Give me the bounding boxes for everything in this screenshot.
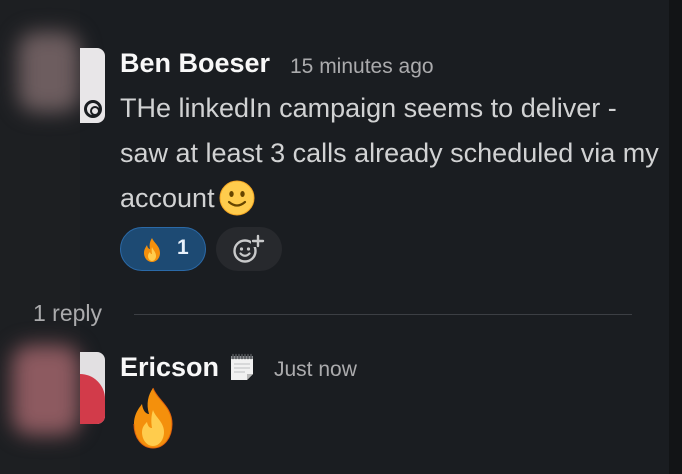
- spiral-notepad-icon[interactable]: [228, 352, 258, 382]
- avatar[interactable]: [80, 352, 105, 424]
- avatar[interactable]: [80, 48, 105, 123]
- message-text: THe linkedIn campaign seems to deliver -…: [120, 86, 660, 221]
- blurred-sidebar: [0, 0, 80, 474]
- fire-icon: [133, 387, 173, 449]
- message-author[interactable]: Ben Boeser: [120, 48, 270, 79]
- blurred-avatar: [18, 32, 80, 112]
- avatar-ring-icon: [84, 100, 102, 118]
- add-reaction-button[interactable]: [216, 227, 282, 271]
- message-timestamp[interactable]: Just now: [274, 358, 357, 382]
- reaction-count: 1: [177, 236, 189, 259]
- scrollbar-track[interactable]: [669, 0, 682, 474]
- message-body: THe linkedIn campaign seems to deliver -…: [120, 93, 659, 213]
- reaction-fire-button[interactable]: 1: [120, 227, 206, 271]
- message-timestamp[interactable]: 15 minutes ago: [290, 55, 434, 79]
- blurred-avatar: [12, 345, 80, 435]
- thread-divider: [134, 314, 632, 315]
- message-author[interactable]: Ericson: [120, 352, 219, 383]
- add-emoji-icon: [233, 234, 265, 263]
- slightly-smiling-face-icon: [219, 180, 255, 216]
- avatar-shape: [80, 374, 105, 424]
- replies-count-link[interactable]: 1 reply: [33, 300, 102, 327]
- fire-icon: [144, 238, 160, 262]
